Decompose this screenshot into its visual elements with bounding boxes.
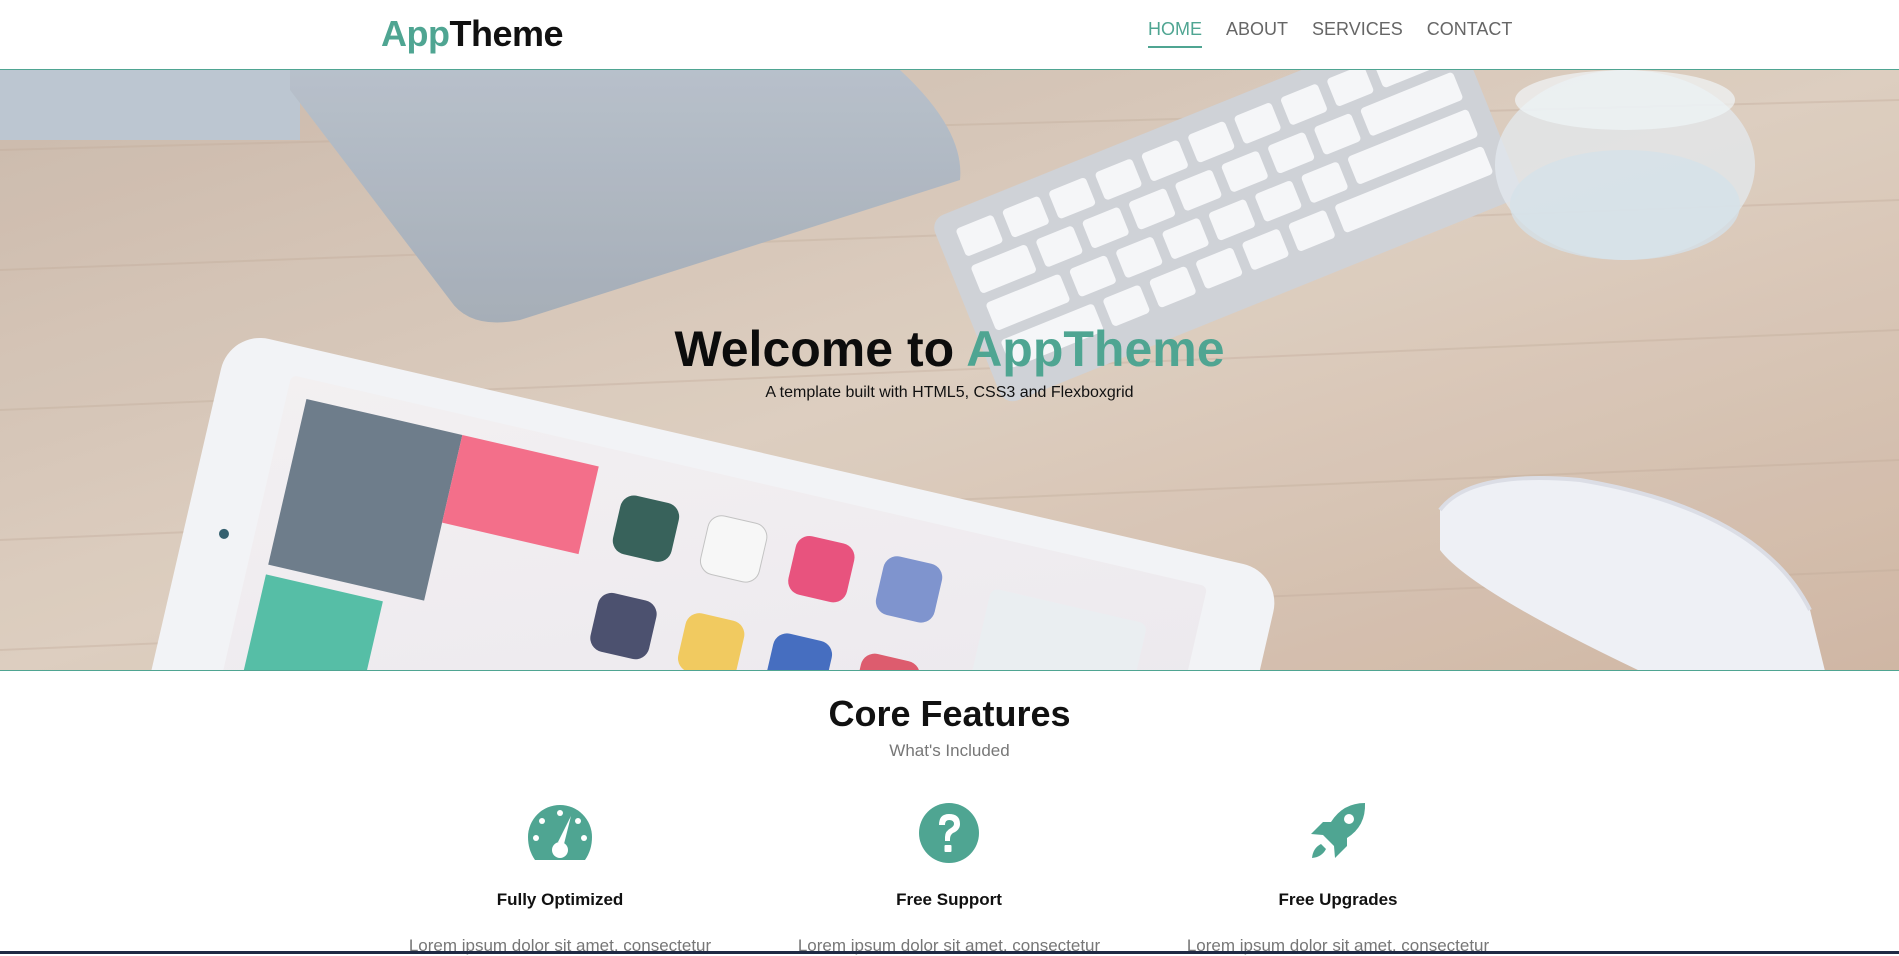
features-title: Core Features	[828, 693, 1071, 734]
dashboard-icon	[528, 805, 592, 860]
feature-title: Free Support	[896, 890, 1002, 909]
navbar: AppTheme HOME ABOUT SERVICES CONTACT	[0, 0, 1899, 70]
features-subtitle: What's Included	[889, 741, 1010, 760]
nav-link-services[interactable]: SERVICES	[1312, 18, 1403, 48]
rocket-icon	[1311, 803, 1366, 858]
nav-link-about[interactable]: ABOUT	[1226, 18, 1288, 48]
feature-title: Free Upgrades	[1278, 890, 1398, 909]
hero-subtitle: A template built with HTML5, CSS3 and Fl…	[765, 384, 1134, 401]
hero-title-accent: AppTheme	[966, 321, 1225, 377]
nav-link-contact[interactable]: CONTACT	[1427, 18, 1513, 48]
main-nav: HOME ABOUT SERVICES CONTACT	[1148, 18, 1512, 48]
brand-logo-part1: App	[381, 13, 450, 54]
brand-logo[interactable]: AppTheme	[381, 13, 564, 55]
hero-title: Welcome to AppTheme	[0, 320, 1899, 378]
feature-card-optimized: Fully Optimized Lorem ipsum dolor sit am…	[380, 800, 740, 956]
hero-section: Welcome to AppTheme A template built wit…	[0, 70, 1899, 671]
question-circle-icon	[919, 803, 979, 863]
hero-title-prefix: Welcome to	[674, 321, 967, 377]
feature-title: Fully Optimized	[496, 890, 624, 909]
feature-card-upgrades: Free Upgrades Lorem ipsum dolor sit amet…	[1158, 800, 1518, 956]
feature-card-support: Free Support Lorem ipsum dolor sit amet,…	[769, 800, 1129, 956]
brand-logo-part2: Theme	[449, 13, 564, 54]
nav-link-home[interactable]: HOME	[1148, 18, 1202, 48]
